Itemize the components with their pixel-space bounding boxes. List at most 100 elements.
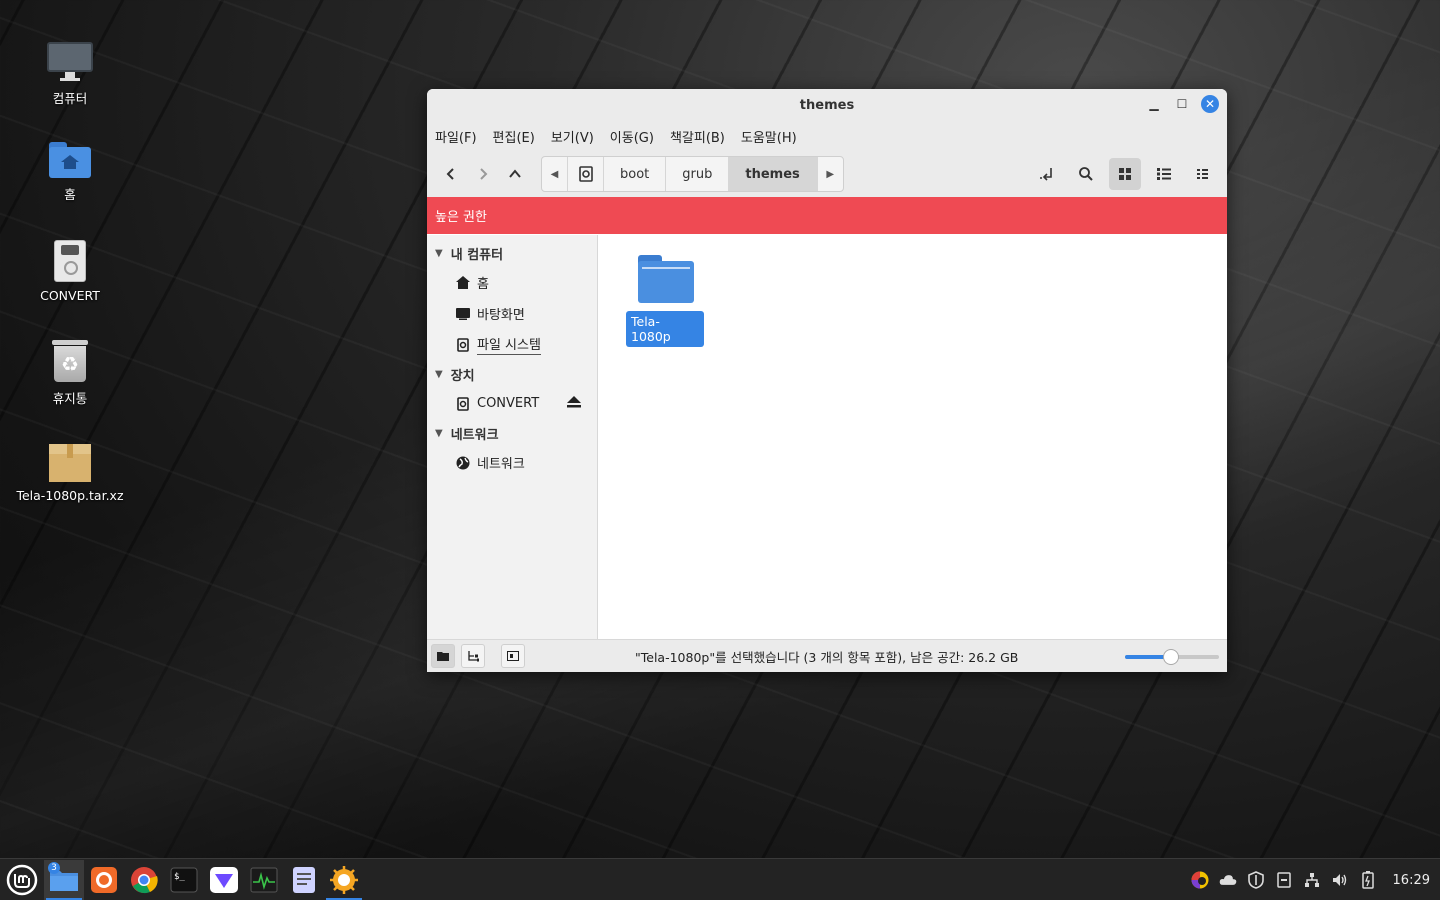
desktop-icon-home[interactable]: 홈 <box>10 142 130 203</box>
cloud-icon[interactable] <box>1219 871 1237 889</box>
maximize-button[interactable]: ☐ <box>1173 95 1191 113</box>
zoom-slider-handle[interactable] <box>1163 649 1179 665</box>
desktop-icon-archive[interactable]: Tela-1080p.tar.xz <box>10 444 130 503</box>
shield-icon[interactable] <box>1247 871 1265 889</box>
sidebar-item-filesystem[interactable]: 파일 시스템 <box>427 329 597 360</box>
sidebar-item-convert[interactable]: CONVERT <box>427 388 597 419</box>
sidebar-item-desktop[interactable]: 바탕화면 <box>427 298 597 329</box>
file-view[interactable]: Tela-1080p <box>598 235 1227 639</box>
menu-help[interactable]: 도움말(H) <box>741 127 797 146</box>
root-banner-text: 높은 권한 <box>435 210 487 225</box>
menu-edit[interactable]: 편집(E) <box>493 127 535 146</box>
terminal-icon: $_ <box>170 867 198 892</box>
menu-file[interactable]: 파일(F) <box>435 127 477 146</box>
search-icon <box>1079 167 1093 181</box>
zoom-slider[interactable] <box>1125 649 1219 665</box>
root-privileges-banner: 높은 권한 <box>427 197 1227 234</box>
desktop-icon-label: 컴퓨터 <box>52 91 88 106</box>
desktop-icon-label: 홈 <box>64 187 76 202</box>
sidebar-item-label: CONVERT <box>477 396 540 411</box>
globe-icon <box>455 456 471 470</box>
show-places-button[interactable] <box>431 644 455 668</box>
sidebar-item-network[interactable]: 네트워크 <box>427 447 597 478</box>
desktop-icon-computer[interactable]: 컴퓨터 <box>10 42 130 107</box>
path-segment-boot[interactable]: boot <box>604 157 667 191</box>
sidebar-item-label: 네트워크 <box>477 457 525 472</box>
toggle-sidebar-button[interactable] <box>501 644 525 668</box>
icon-view-button[interactable] <box>1109 158 1141 190</box>
eject-icon[interactable] <box>567 396 581 411</box>
taskbar-proton-vpn[interactable] <box>204 860 244 900</box>
sidebar-section-network[interactable]: ▼ 네트워크 <box>427 419 597 447</box>
path-scroll-right[interactable]: ▶ <box>816 157 843 191</box>
volume-icon[interactable] <box>1331 871 1349 889</box>
up-button[interactable] <box>499 158 531 190</box>
taskbar-files[interactable]: 3 <box>44 859 84 900</box>
clipboard-icon[interactable] <box>1275 871 1293 889</box>
chevron-left-icon <box>446 168 454 180</box>
menubar: 파일(F) 편집(E) 보기(V) 이동(G) 책갈피(B) 도움말(H) <box>427 121 1227 151</box>
window-title: themes <box>799 97 855 113</box>
clock[interactable]: 16:29 <box>1393 873 1430 888</box>
taskbar-firefox[interactable] <box>84 860 124 900</box>
taskbar-chrome[interactable] <box>124 860 164 900</box>
desktop-icon-convert[interactable]: CONVERT <box>10 240 130 303</box>
chrome-icon <box>131 866 158 893</box>
close-button[interactable]: ✕ <box>1201 95 1219 113</box>
vpn-icon <box>210 866 238 893</box>
xnview-icon <box>330 865 358 894</box>
taskbar-system-monitor[interactable] <box>244 860 284 900</box>
tree-icon <box>468 651 479 662</box>
battery-icon[interactable] <box>1359 871 1377 889</box>
desktop-icon-label: CONVERT <box>40 288 100 303</box>
taskbar-xnview[interactable] <box>324 860 364 900</box>
compact-view-button[interactable] <box>1187 158 1219 190</box>
triangle-down-icon: ▼ <box>435 427 443 439</box>
menu-go[interactable]: 이동(G) <box>610 127 654 146</box>
home-icon <box>455 276 471 289</box>
minimize-button[interactable]: ▁ <box>1145 95 1163 113</box>
triangle-down-icon: ▼ <box>435 247 443 259</box>
start-menu-button[interactable] <box>0 864 44 896</box>
drive-icon <box>578 166 593 182</box>
search-button[interactable] <box>1070 158 1102 190</box>
menu-bookmarks[interactable]: 책갈피(B) <box>670 127 725 146</box>
file-name: Tela-1080p <box>626 311 704 347</box>
statusbar: "Tela-1080p"를 선택했습니다 (3 개의 항목 포함), 남은 공간… <box>427 639 1227 672</box>
path-segment-themes[interactable]: themes <box>729 157 817 191</box>
drive-icon <box>455 396 471 411</box>
sidebar-section-title: 네트워크 <box>450 427 499 443</box>
menu-view[interactable]: 보기(V) <box>551 127 594 146</box>
forward-button[interactable] <box>467 158 499 190</box>
desktop-icon-trash[interactable]: ♻ 휴지통 <box>10 340 130 407</box>
sidebar-item-label: 홈 <box>477 277 489 292</box>
location-toggle-icon <box>1040 168 1052 181</box>
sidebar-item-home[interactable]: 홈 <box>427 267 597 298</box>
chevron-right-icon <box>480 168 488 180</box>
taskbar-text-editor[interactable] <box>284 860 324 900</box>
drive-icon <box>455 337 471 352</box>
compact-grid-icon <box>1197 169 1208 179</box>
color-picker-tray-icon[interactable] <box>1191 871 1209 889</box>
network-icon[interactable] <box>1303 871 1321 889</box>
linux-mint-icon <box>6 864 38 895</box>
path-segment-grub[interactable]: grub <box>666 157 730 191</box>
chevron-up-icon <box>509 169 521 178</box>
sidebar-section-devices[interactable]: ▼ 장치 <box>427 360 597 388</box>
path-scroll-left[interactable]: ◀ <box>542 157 568 191</box>
titlebar[interactable]: themes ▁ ☐ ✕ <box>427 89 1227 121</box>
toggle-location-button[interactable] <box>1031 158 1063 190</box>
path-root-button[interactable] <box>568 157 604 191</box>
sidebar-section-my-computer[interactable]: ▼ 내 컴퓨터 <box>427 239 597 267</box>
home-folder-icon <box>49 142 91 178</box>
desktop-icon <box>455 307 471 320</box>
desktop-icon-label: Tela-1080p.tar.xz <box>16 488 124 503</box>
file-item-folder[interactable]: Tela-1080p <box>626 253 704 347</box>
list-view-button[interactable] <box>1148 158 1180 190</box>
show-tree-button[interactable] <box>461 644 485 668</box>
triangle-down-icon: ▼ <box>435 368 443 380</box>
back-button[interactable] <box>435 158 467 190</box>
firefox-icon <box>91 866 117 893</box>
folder-icon <box>636 253 694 305</box>
taskbar-terminal[interactable]: $_ <box>164 860 204 900</box>
